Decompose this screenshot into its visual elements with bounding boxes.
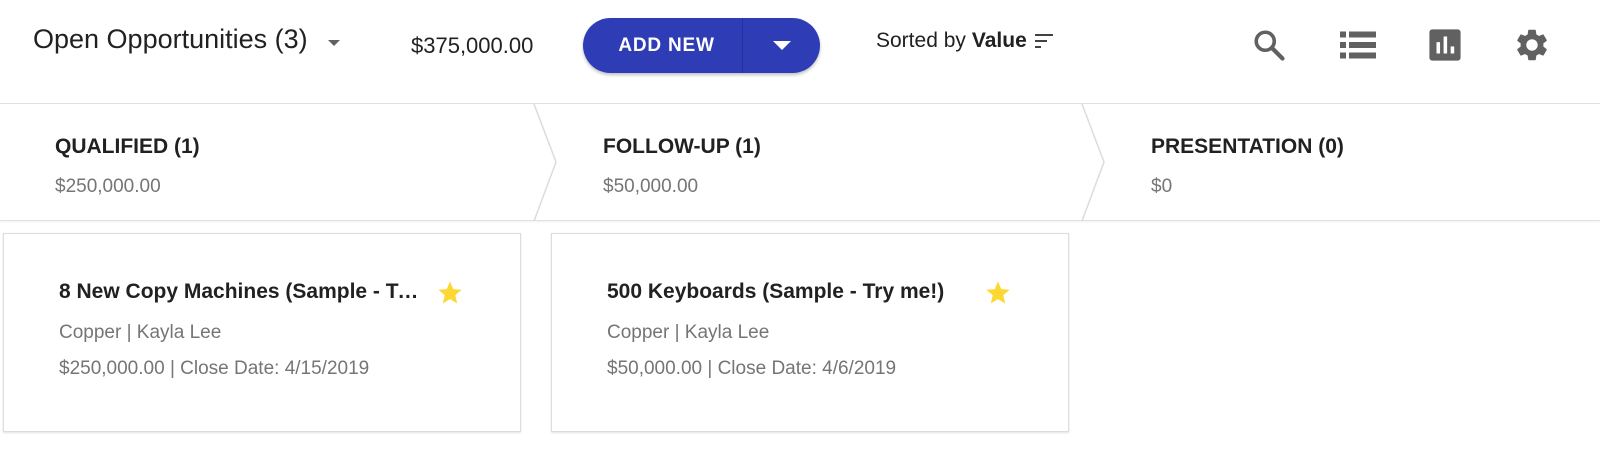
search-icon[interactable] [1248, 24, 1290, 66]
list-view-icon[interactable] [1337, 24, 1379, 66]
stage-presentation[interactable]: PRESENTATION (0) $0 [1096, 104, 1600, 220]
opportunity-card[interactable]: 8 New Copy Machines (Sample - Try me!) C… [3, 233, 521, 432]
view-selector[interactable]: Open Opportunities (3) [33, 24, 340, 55]
sort-value: Value [971, 29, 1027, 52]
opportunity-company-owner: Copper | Kayla Lee [59, 322, 222, 343]
opportunity-value-close-date: $50,000.00 | Close Date: 4/6/2019 [607, 358, 897, 379]
add-new-split-button: ADD NEW [583, 18, 820, 73]
stage-name: FOLLOW-UP (1) [603, 135, 761, 158]
stage-follow-up[interactable]: FOLLOW-UP (1) $50,000.00 [548, 104, 1088, 220]
caret-down-icon [772, 41, 791, 50]
opportunity-company-owner: Copper | Kayla Lee [607, 322, 770, 343]
sort-icon [1034, 34, 1053, 48]
star-icon[interactable] [436, 279, 464, 307]
stage-amount: $250,000.00 [55, 176, 161, 197]
sort-control[interactable]: Sorted by Value [876, 29, 1055, 53]
add-new-dropdown-button[interactable] [743, 18, 820, 73]
opportunity-title: 500 Keyboards (Sample - Try me!) [607, 280, 945, 303]
view-title: Open Opportunities (3) [33, 24, 308, 54]
opportunity-title: 8 New Copy Machines (Sample - Try me!) [59, 280, 419, 303]
gear-icon[interactable] [1511, 24, 1553, 66]
chart-view-icon[interactable] [1424, 24, 1466, 66]
stage-amount: $50,000.00 [603, 176, 699, 197]
pipeline-stage-bar: QUALIFIED (1) $250,000.00 FOLLOW-UP (1) … [0, 104, 1600, 221]
pipeline-total-value: $375,000.00 [411, 33, 534, 58]
sort-prefix: Sorted by [876, 29, 966, 52]
caret-down-icon[interactable] [327, 39, 340, 46]
opportunity-card[interactable]: 500 Keyboards (Sample - Try me!) Copper … [551, 233, 1069, 432]
stage-amount: $0 [1151, 176, 1173, 197]
stage-name: QUALIFIED (1) [55, 135, 200, 158]
top-toolbar: Open Opportunities (3) $375,000.00 ADD N… [0, 0, 1600, 104]
stage-qualified[interactable]: QUALIFIED (1) $250,000.00 [0, 104, 540, 220]
stage-name: PRESENTATION (0) [1151, 135, 1344, 158]
add-new-button[interactable]: ADD NEW [583, 18, 742, 73]
opportunity-value-close-date: $250,000.00 | Close Date: 4/15/2019 [59, 358, 370, 379]
star-icon[interactable] [984, 279, 1012, 307]
